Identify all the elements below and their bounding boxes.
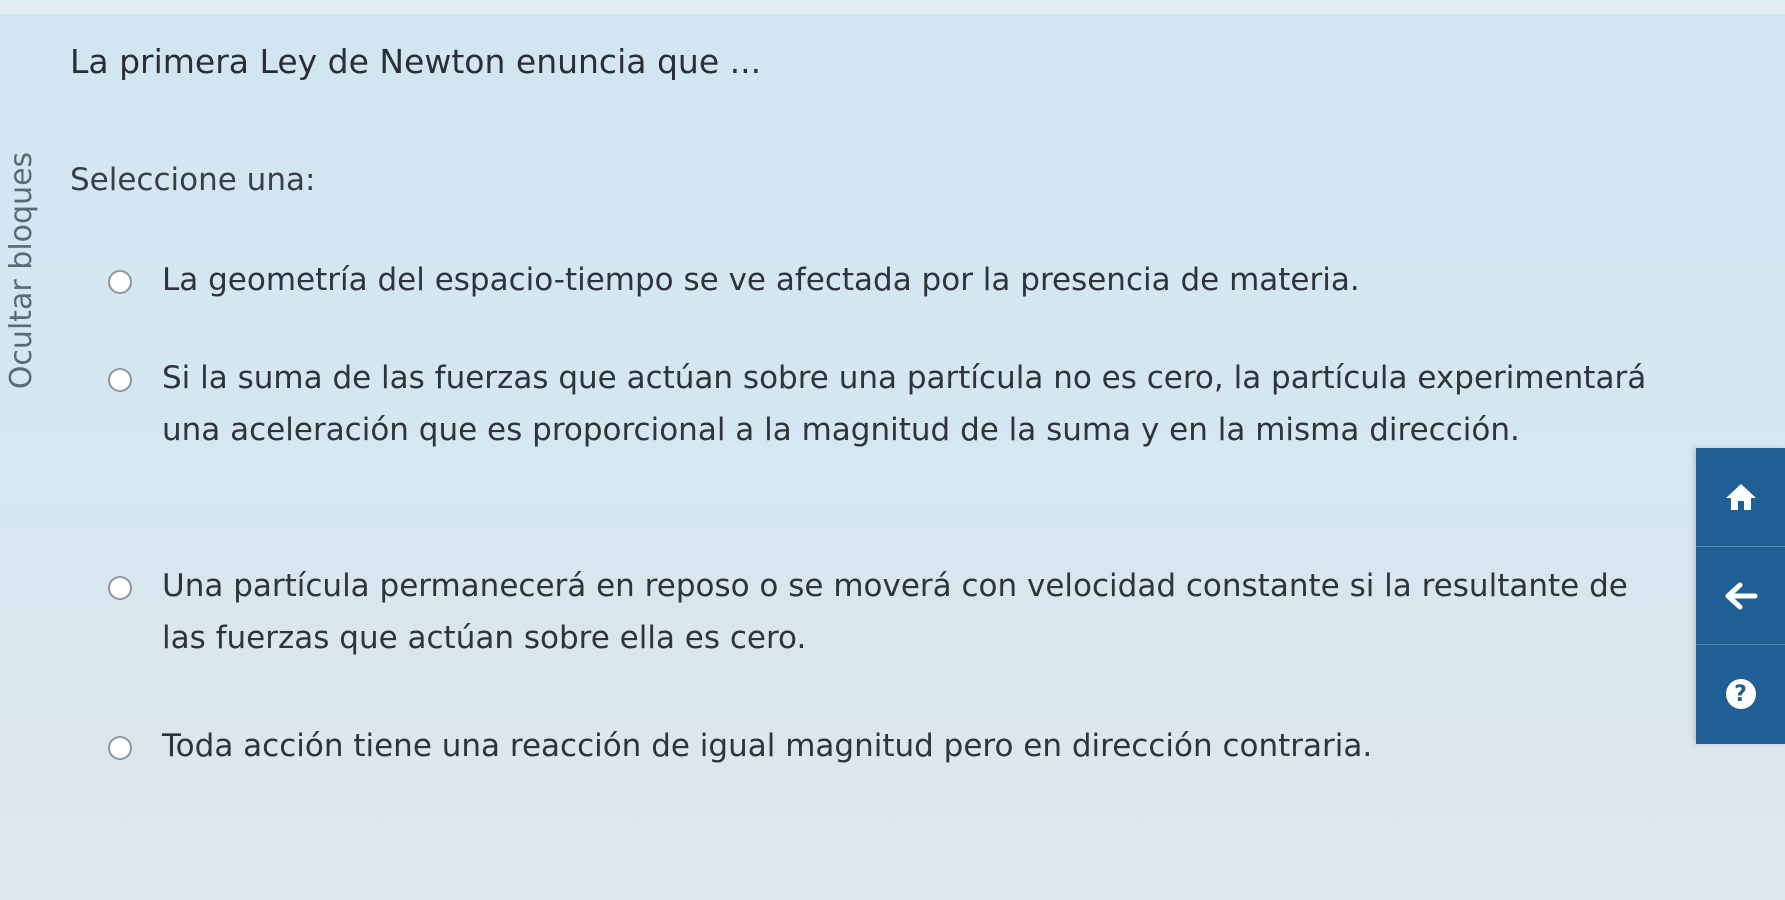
hide-blocks-tab[interactable]: Ocultar bloques — [0, 110, 44, 430]
radio-button[interactable] — [108, 270, 132, 294]
answer-option-3[interactable]: Una partícula permanecerá en reposo o se… — [108, 568, 1638, 664]
home-button[interactable] — [1696, 448, 1785, 546]
help-button[interactable]: ? — [1696, 644, 1785, 743]
select-one-prompt: Seleccione una: — [70, 162, 316, 198]
answer-option-4[interactable]: Toda acción tiene una reacción de igual … — [108, 728, 1568, 772]
answer-option-label: Toda acción tiene una reacción de igual … — [162, 728, 1373, 764]
home-icon — [1725, 484, 1756, 510]
arrow-left-icon — [1725, 582, 1757, 610]
answer-option-label: Una partícula permanecerá en reposo o se… — [162, 568, 1628, 656]
radio-button[interactable] — [108, 736, 132, 760]
radio-button[interactable] — [108, 368, 132, 392]
side-navigation-panel: ? — [1696, 448, 1785, 744]
answer-option-label: La geometría del espacio-tiempo se ve af… — [162, 262, 1360, 298]
answer-option-1[interactable]: La geometría del espacio-tiempo se ve af… — [108, 262, 1568, 306]
hide-blocks-label: Ocultar bloques — [4, 151, 40, 389]
answer-option-2[interactable]: Si la suma de las fuerzas que actúan sob… — [108, 360, 1668, 456]
back-button[interactable] — [1696, 546, 1785, 645]
top-bar — [0, 0, 1785, 14]
question-text: La primera Ley de Newton enuncia que ... — [70, 42, 762, 81]
help-icon: ? — [1725, 679, 1756, 709]
answer-option-label: Si la suma de las fuerzas que actúan sob… — [162, 360, 1647, 448]
radio-button[interactable] — [108, 576, 132, 600]
